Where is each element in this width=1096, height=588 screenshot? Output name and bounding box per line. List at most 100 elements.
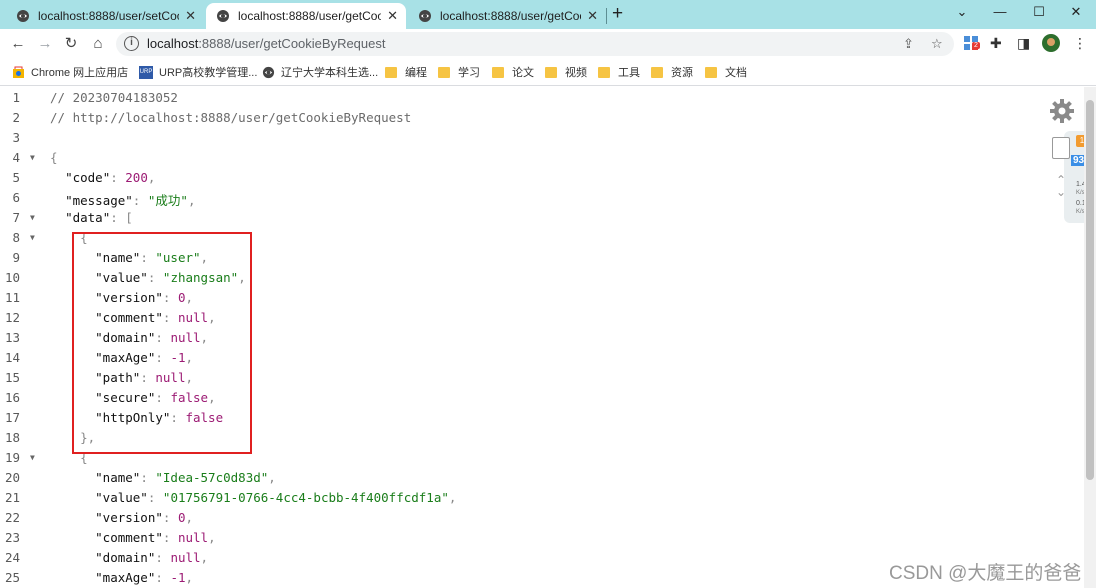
line-number: 6 xyxy=(12,190,20,205)
line-number: 13 xyxy=(4,330,20,345)
cookie-name: Idea-57c0d83d xyxy=(162,470,261,485)
line-number: 25 xyxy=(4,570,20,585)
line-number: 19 xyxy=(4,450,20,465)
bookmark-folder-programming[interactable]: 编程 xyxy=(385,64,427,80)
tab-getcookie[interactable]: localhost:8888/user/getCookie ✕ xyxy=(408,3,606,29)
new-tab-icon[interactable]: + xyxy=(612,4,623,24)
fold-toggle-icon[interactable]: ▼ xyxy=(30,233,35,242)
tab-title: localhost:8888/user/getCookie xyxy=(238,9,382,23)
maximize-icon[interactable]: ☐ xyxy=(1029,4,1049,20)
puzzle-icon[interactable]: ✚ xyxy=(990,35,1002,52)
bookmark-chrome-store[interactable]: Chrome 网上应用店 xyxy=(12,64,128,80)
timestamp-comment: // 20230704183052 xyxy=(50,90,178,105)
close-icon[interactable]: ✕ xyxy=(387,8,398,24)
line-number: 24 xyxy=(4,550,20,565)
line-number: 10 xyxy=(4,270,20,285)
close-icon[interactable]: ✕ xyxy=(185,8,196,24)
bookmark-star-icon[interactable]: ☆ xyxy=(931,36,943,52)
cookie-value: 01756791-0766-4cc4-bcbb-4f400ffcdf1a xyxy=(170,490,442,505)
line-number: 14 xyxy=(4,350,20,365)
browser-toolbar: ← → ↻ ⌂ i localhost:8888/user/getCookieB… xyxy=(0,29,1096,59)
line-number: 7 xyxy=(12,210,20,225)
menu-icon[interactable]: ⋮ xyxy=(1073,35,1087,52)
folder-icon xyxy=(438,66,450,78)
bookmark-folder-docs[interactable]: 文档 xyxy=(705,64,747,80)
code-line: 3 xyxy=(0,130,1080,150)
line-number: 1 xyxy=(12,90,20,105)
folder-icon xyxy=(651,66,663,78)
highlight-box xyxy=(72,232,252,454)
back-icon[interactable]: ← xyxy=(9,35,27,53)
folder-icon xyxy=(492,66,504,78)
code-line: 23 "comment": null, xyxy=(0,530,1080,550)
bookmark-label: 学习 xyxy=(458,67,480,79)
bookmark-folder-tools[interactable]: 工具 xyxy=(598,64,640,80)
gear-icon[interactable] xyxy=(1049,98,1075,124)
forward-icon[interactable]: → xyxy=(36,35,54,53)
tab-setcookie[interactable]: localhost:8888/user/setCookie ✕ xyxy=(6,3,204,29)
avatar[interactable] xyxy=(1042,34,1060,55)
fold-toggle-icon[interactable]: ▼ xyxy=(30,153,35,162)
bookmark-folder-study[interactable]: 学习 xyxy=(438,64,480,80)
site-info-icon[interactable]: i xyxy=(124,36,139,51)
fold-toggle-icon[interactable]: ▼ xyxy=(30,213,35,222)
url-host: localhost xyxy=(147,36,199,51)
bookmark-label: 视频 xyxy=(565,67,587,79)
line-number: 17 xyxy=(4,410,20,425)
home-icon[interactable]: ⌂ xyxy=(89,35,107,53)
line-number: 22 xyxy=(4,510,20,525)
window-close-icon[interactable]: ✕ xyxy=(1066,4,1086,20)
tab-divider xyxy=(606,8,607,24)
bookmarks-bar: Chrome 网上应用店 URP URP高校教学管理... 辽宁大学本科生选..… xyxy=(0,59,1096,86)
code-line: 6 "message": "成功", xyxy=(0,190,1080,210)
close-icon[interactable]: ✕ xyxy=(587,8,598,24)
line-number: 23 xyxy=(4,530,20,545)
line-number: 12 xyxy=(4,310,20,325)
line-number: 20 xyxy=(4,470,20,485)
extension-grid-icon[interactable]: 2 xyxy=(963,35,980,54)
url-comment: // http://localhost:8888/user/getCookieB… xyxy=(50,110,412,125)
line-number: 21 xyxy=(4,490,20,505)
code-line: 4 ▼{ xyxy=(0,150,1080,170)
chrome-store-icon xyxy=(13,66,24,78)
bookmark-folder-videos[interactable]: 视频 xyxy=(545,64,587,80)
message-value: 成功 xyxy=(155,193,181,208)
url-path: :8888/user/getCookieByRequest xyxy=(198,36,386,51)
line-number: 18 xyxy=(4,430,20,445)
line-number: 4 xyxy=(12,150,20,165)
bookmark-urp[interactable]: URP URP高校教学管理... xyxy=(139,64,257,80)
side-panel-icon[interactable]: ◨ xyxy=(1017,35,1030,52)
share-icon[interactable]: ⇪ xyxy=(903,36,914,52)
urp-icon: URP xyxy=(139,65,153,79)
raw-view-icon[interactable] xyxy=(1052,137,1070,159)
bookmark-lnu[interactable]: 辽宁大学本科生选... xyxy=(262,64,378,80)
code-line: 5 "code": 200, xyxy=(0,170,1080,190)
code-line: 21 "value": "01756791-0766-4cc4-bcbb-4f4… xyxy=(0,490,1080,510)
code-line: 2 // http://localhost:8888/user/getCookie… xyxy=(0,110,1080,130)
folder-icon xyxy=(598,66,610,78)
minimize-icon[interactable]: — xyxy=(990,4,1010,19)
tab-title: localhost:8888/user/setCookie xyxy=(38,9,179,23)
scrollbar-thumb[interactable] xyxy=(1086,100,1094,480)
tab-search-chevron-icon[interactable]: ⌄ xyxy=(952,4,972,20)
folder-icon xyxy=(705,66,717,78)
bookmark-folder-resources[interactable]: 资源 xyxy=(651,64,693,80)
line-number: 2 xyxy=(12,110,20,125)
tab-title: localhost:8888/user/getCookie xyxy=(440,9,581,23)
cookie-domain: null xyxy=(170,550,201,565)
line-number: 3 xyxy=(12,130,20,145)
code-line: 22 "version": 0, xyxy=(0,510,1080,530)
chevron-down-icon[interactable]: ⌄ xyxy=(1056,185,1066,199)
fold-toggle-icon[interactable]: ▼ xyxy=(30,453,35,462)
bookmark-folder-papers[interactable]: 论文 xyxy=(492,64,534,80)
line-number: 8 xyxy=(12,230,20,245)
bookmark-label: 文档 xyxy=(725,67,747,79)
reload-icon[interactable]: ↻ xyxy=(62,35,80,53)
extension-badge: 2 xyxy=(972,42,980,49)
tab-getcookie-active[interactable]: localhost:8888/user/getCookie ✕ xyxy=(206,3,406,29)
line-number: 11 xyxy=(4,290,20,305)
line-number: 9 xyxy=(12,250,20,265)
url-text[interactable]: localhost:8888/user/getCookieByRequest xyxy=(147,36,386,51)
line-number: 15 xyxy=(4,370,20,385)
address-bar[interactable]: i localhost:8888/user/getCookieByRequest… xyxy=(116,32,954,56)
